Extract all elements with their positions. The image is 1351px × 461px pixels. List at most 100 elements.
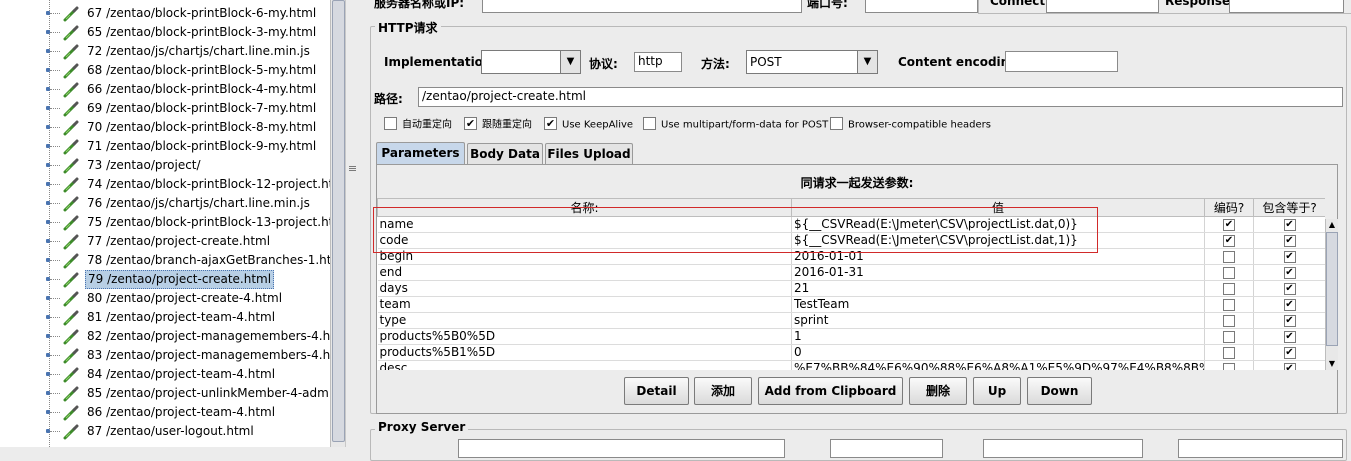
content-encoding-field[interactable] — [1005, 51, 1118, 72]
column-header-encode[interactable]: 编码? — [1204, 198, 1254, 217]
encode-checkbox-cell[interactable] — [1204, 344, 1254, 361]
parameter-row[interactable]: end 2016-01-31 ✔ — [377, 264, 1325, 281]
parameter-value-cell[interactable]: 0 — [791, 344, 1205, 361]
parameter-row[interactable]: desc %E7%BB%84%E6%90%88%E6%A8%A1%E5%9D%97… — [377, 360, 1325, 370]
tab-parameters[interactable]: Parameters — [376, 142, 465, 165]
tree-node-handle-icon[interactable] — [46, 87, 50, 91]
parameter-value-cell[interactable]: sprint — [791, 312, 1205, 329]
down-button[interactable]: Down — [1027, 377, 1092, 405]
checkbox-box[interactable]: ✔ — [1283, 314, 1296, 327]
scroll-down-arrow-icon[interactable]: ▼ — [1326, 358, 1338, 370]
encode-checkbox-cell[interactable] — [1204, 280, 1254, 297]
tree-node-handle-icon[interactable] — [46, 239, 50, 243]
checkbox-box[interactable]: ✔ — [1223, 234, 1235, 247]
option-checkbox[interactable]: Browser-compatible headers — [830, 117, 991, 132]
checkbox-box[interactable]: ✔ — [544, 117, 557, 130]
tree-node-handle-icon[interactable] — [46, 410, 50, 414]
parameter-name-cell[interactable]: days — [377, 280, 792, 297]
include-equals-checkbox-cell[interactable]: ✔ — [1253, 328, 1325, 345]
scroll-up-arrow-icon[interactable]: ▲ — [1326, 219, 1338, 231]
response-timeout-field[interactable] — [1229, 0, 1344, 13]
checkbox-box[interactable]: ✔ — [1283, 362, 1296, 370]
table-scrollbar-thumb[interactable] — [1326, 232, 1338, 346]
column-header-include-equals[interactable]: 包含等于? — [1253, 198, 1325, 217]
encode-checkbox-cell[interactable]: ✔ — [1204, 232, 1254, 249]
chevron-down-icon[interactable]: ▼ — [857, 51, 877, 73]
include-equals-checkbox-cell[interactable]: ✔ — [1253, 216, 1325, 233]
parameter-name-cell[interactable]: products%5B0%5D — [377, 328, 792, 345]
proxy-password-field[interactable] — [1178, 439, 1343, 458]
parameter-name-cell[interactable]: desc — [377, 360, 792, 370]
tree-node-handle-icon[interactable] — [46, 11, 50, 15]
tree-node-handle-icon[interactable] — [46, 182, 50, 186]
parameter-value-cell[interactable]: 1 — [791, 328, 1205, 345]
tree-scrollbar-thumb[interactable] — [332, 0, 345, 442]
checkbox-box[interactable]: ✔ — [1283, 266, 1296, 279]
checkbox-box[interactable]: ✔ — [1223, 218, 1235, 231]
parameter-row[interactable]: products%5B1%5D 0 ✔ — [377, 344, 1325, 361]
tree-node-handle-icon[interactable] — [46, 220, 50, 224]
checkbox-box[interactable] — [1223, 250, 1235, 263]
tree-node-handle-icon[interactable] — [46, 429, 50, 433]
checkbox-box[interactable]: ✔ — [464, 117, 477, 130]
tree-node-handle-icon[interactable] — [46, 49, 50, 53]
tree-node-handle-icon[interactable] — [46, 296, 50, 300]
tab-files-upload[interactable]: Files Upload — [545, 143, 633, 164]
tree-node-handle-icon[interactable] — [46, 353, 50, 357]
parameter-row[interactable]: days 21 ✔ — [377, 280, 1325, 297]
option-checkbox[interactable]: ✔ 跟随重定向 — [464, 117, 532, 132]
tree-node-handle-icon[interactable] — [46, 125, 50, 129]
parameter-row[interactable]: team TestTeam ✔ — [377, 296, 1325, 313]
tree-node-handle-icon[interactable] — [46, 144, 50, 148]
include-equals-checkbox-cell[interactable]: ✔ — [1253, 232, 1325, 249]
checkbox-box[interactable]: ✔ — [1283, 282, 1296, 295]
test-plan-tree[interactable]: 67 /zentao/block-printBlock-6-my.html 65 … — [0, 0, 330, 447]
proxy-server-field[interactable] — [458, 439, 785, 458]
detail-button[interactable]: Detail — [624, 377, 689, 405]
tree-node-handle-icon[interactable] — [46, 277, 50, 281]
chevron-down-icon[interactable]: ▼ — [560, 51, 580, 73]
implementation-select[interactable]: ▼ — [481, 50, 581, 74]
proxy-port-field[interactable] — [830, 439, 943, 458]
checkbox-box[interactable]: ✔ — [1283, 234, 1296, 247]
include-equals-checkbox-cell[interactable]: ✔ — [1253, 280, 1325, 297]
checkbox-box[interactable] — [830, 117, 843, 130]
include-equals-checkbox-cell[interactable]: ✔ — [1253, 344, 1325, 361]
encode-checkbox-cell[interactable]: ✔ — [1204, 216, 1254, 233]
checkbox-box[interactable] — [1223, 266, 1235, 279]
up-button[interactable]: Up — [973, 377, 1021, 405]
checkbox-box[interactable]: ✔ — [1283, 298, 1296, 311]
checkbox-box[interactable]: ✔ — [1283, 346, 1296, 359]
parameter-value-cell[interactable]: 21 — [791, 280, 1205, 297]
checkbox-box[interactable] — [384, 117, 397, 130]
tree-node-handle-icon[interactable] — [46, 30, 50, 34]
checkbox-box[interactable] — [1223, 362, 1235, 370]
parameter-name-cell[interactable]: products%5B1%5D — [377, 344, 792, 361]
tree-node-handle-icon[interactable] — [46, 391, 50, 395]
add-from-clipboard-button[interactable]: Add from Clipboard — [758, 377, 903, 405]
encode-checkbox-cell[interactable] — [1204, 264, 1254, 281]
option-checkbox[interactable]: Use multipart/form-data for POST — [643, 117, 828, 132]
parameter-row[interactable]: products%5B0%5D 1 ✔ — [377, 328, 1325, 345]
checkbox-box[interactable] — [1223, 314, 1235, 327]
parameter-name-cell[interactable]: end — [377, 264, 792, 281]
parameter-name-cell[interactable]: team — [377, 296, 792, 313]
include-equals-checkbox-cell[interactable]: ✔ — [1253, 312, 1325, 329]
tree-node-handle-icon[interactable] — [46, 163, 50, 167]
delete-button[interactable]: 删除 — [909, 377, 967, 405]
checkbox-box[interactable] — [1223, 282, 1235, 295]
add-button[interactable]: 添加 — [694, 377, 752, 405]
port-field[interactable] — [865, 0, 978, 13]
option-checkbox[interactable]: 自动重定向 — [384, 117, 452, 132]
checkbox-box[interactable] — [643, 117, 656, 130]
tree-node-handle-icon[interactable] — [46, 315, 50, 319]
parameter-value-cell[interactable]: %E7%BB%84%E6%90%88%E6%A8%A1%E5%9D%97%E4%… — [791, 360, 1205, 370]
include-equals-checkbox-cell[interactable]: ✔ — [1253, 264, 1325, 281]
server-name-field[interactable] — [482, 0, 802, 13]
encode-checkbox-cell[interactable] — [1204, 328, 1254, 345]
path-field[interactable]: /zentao/project-create.html — [418, 87, 1343, 107]
checkbox-box[interactable]: ✔ — [1283, 218, 1296, 231]
tree-node-handle-icon[interactable] — [46, 334, 50, 338]
checkbox-box[interactable] — [1223, 298, 1235, 311]
checkbox-box[interactable] — [1223, 330, 1235, 343]
